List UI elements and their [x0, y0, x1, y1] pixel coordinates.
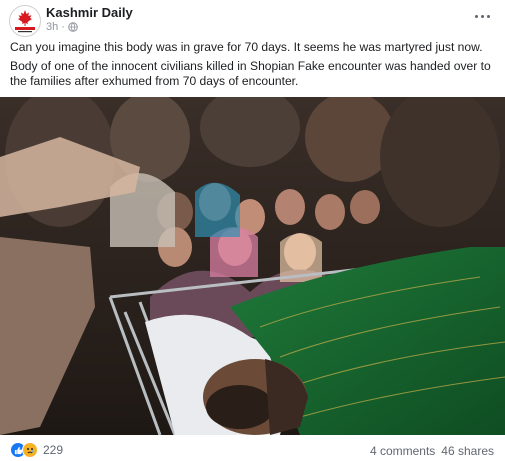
post-header: Kashmir Daily 3h · — [0, 0, 505, 38]
post-meta: 3h · — [46, 21, 78, 33]
post-footer: 229 4 comments 46 shares — [0, 437, 505, 461]
facebook-post: Kashmir Daily 3h · Can you imagine this … — [0, 0, 505, 461]
page-avatar[interactable] — [9, 5, 41, 37]
post-text-line: Body of one of the innocent civilians ki… — [10, 58, 491, 89]
post-text-line: Can you imagine this body was in grave f… — [10, 40, 483, 54]
meta-separator: · — [61, 21, 65, 33]
kashmir-daily-logo — [11, 7, 39, 35]
comments-count[interactable]: 4 comments — [370, 444, 435, 458]
reaction-count: 229 — [43, 443, 64, 457]
more-options-icon — [474, 14, 478, 18]
post-photo[interactable] — [0, 97, 505, 435]
page-name[interactable]: Kashmir Daily — [46, 5, 133, 20]
post-text: Can you imagine this body was in grave f… — [10, 40, 498, 93]
globe-icon — [68, 22, 78, 32]
sad-icon — [22, 442, 38, 458]
reactions-summary[interactable]: 229 — [10, 442, 63, 458]
more-options-button[interactable] — [471, 8, 493, 24]
post-time[interactable]: 3h — [46, 21, 58, 33]
photo-illustration — [0, 97, 505, 435]
post-stats: 4 comments 46 shares — [370, 444, 494, 458]
shares-count[interactable]: 46 shares — [441, 444, 494, 458]
